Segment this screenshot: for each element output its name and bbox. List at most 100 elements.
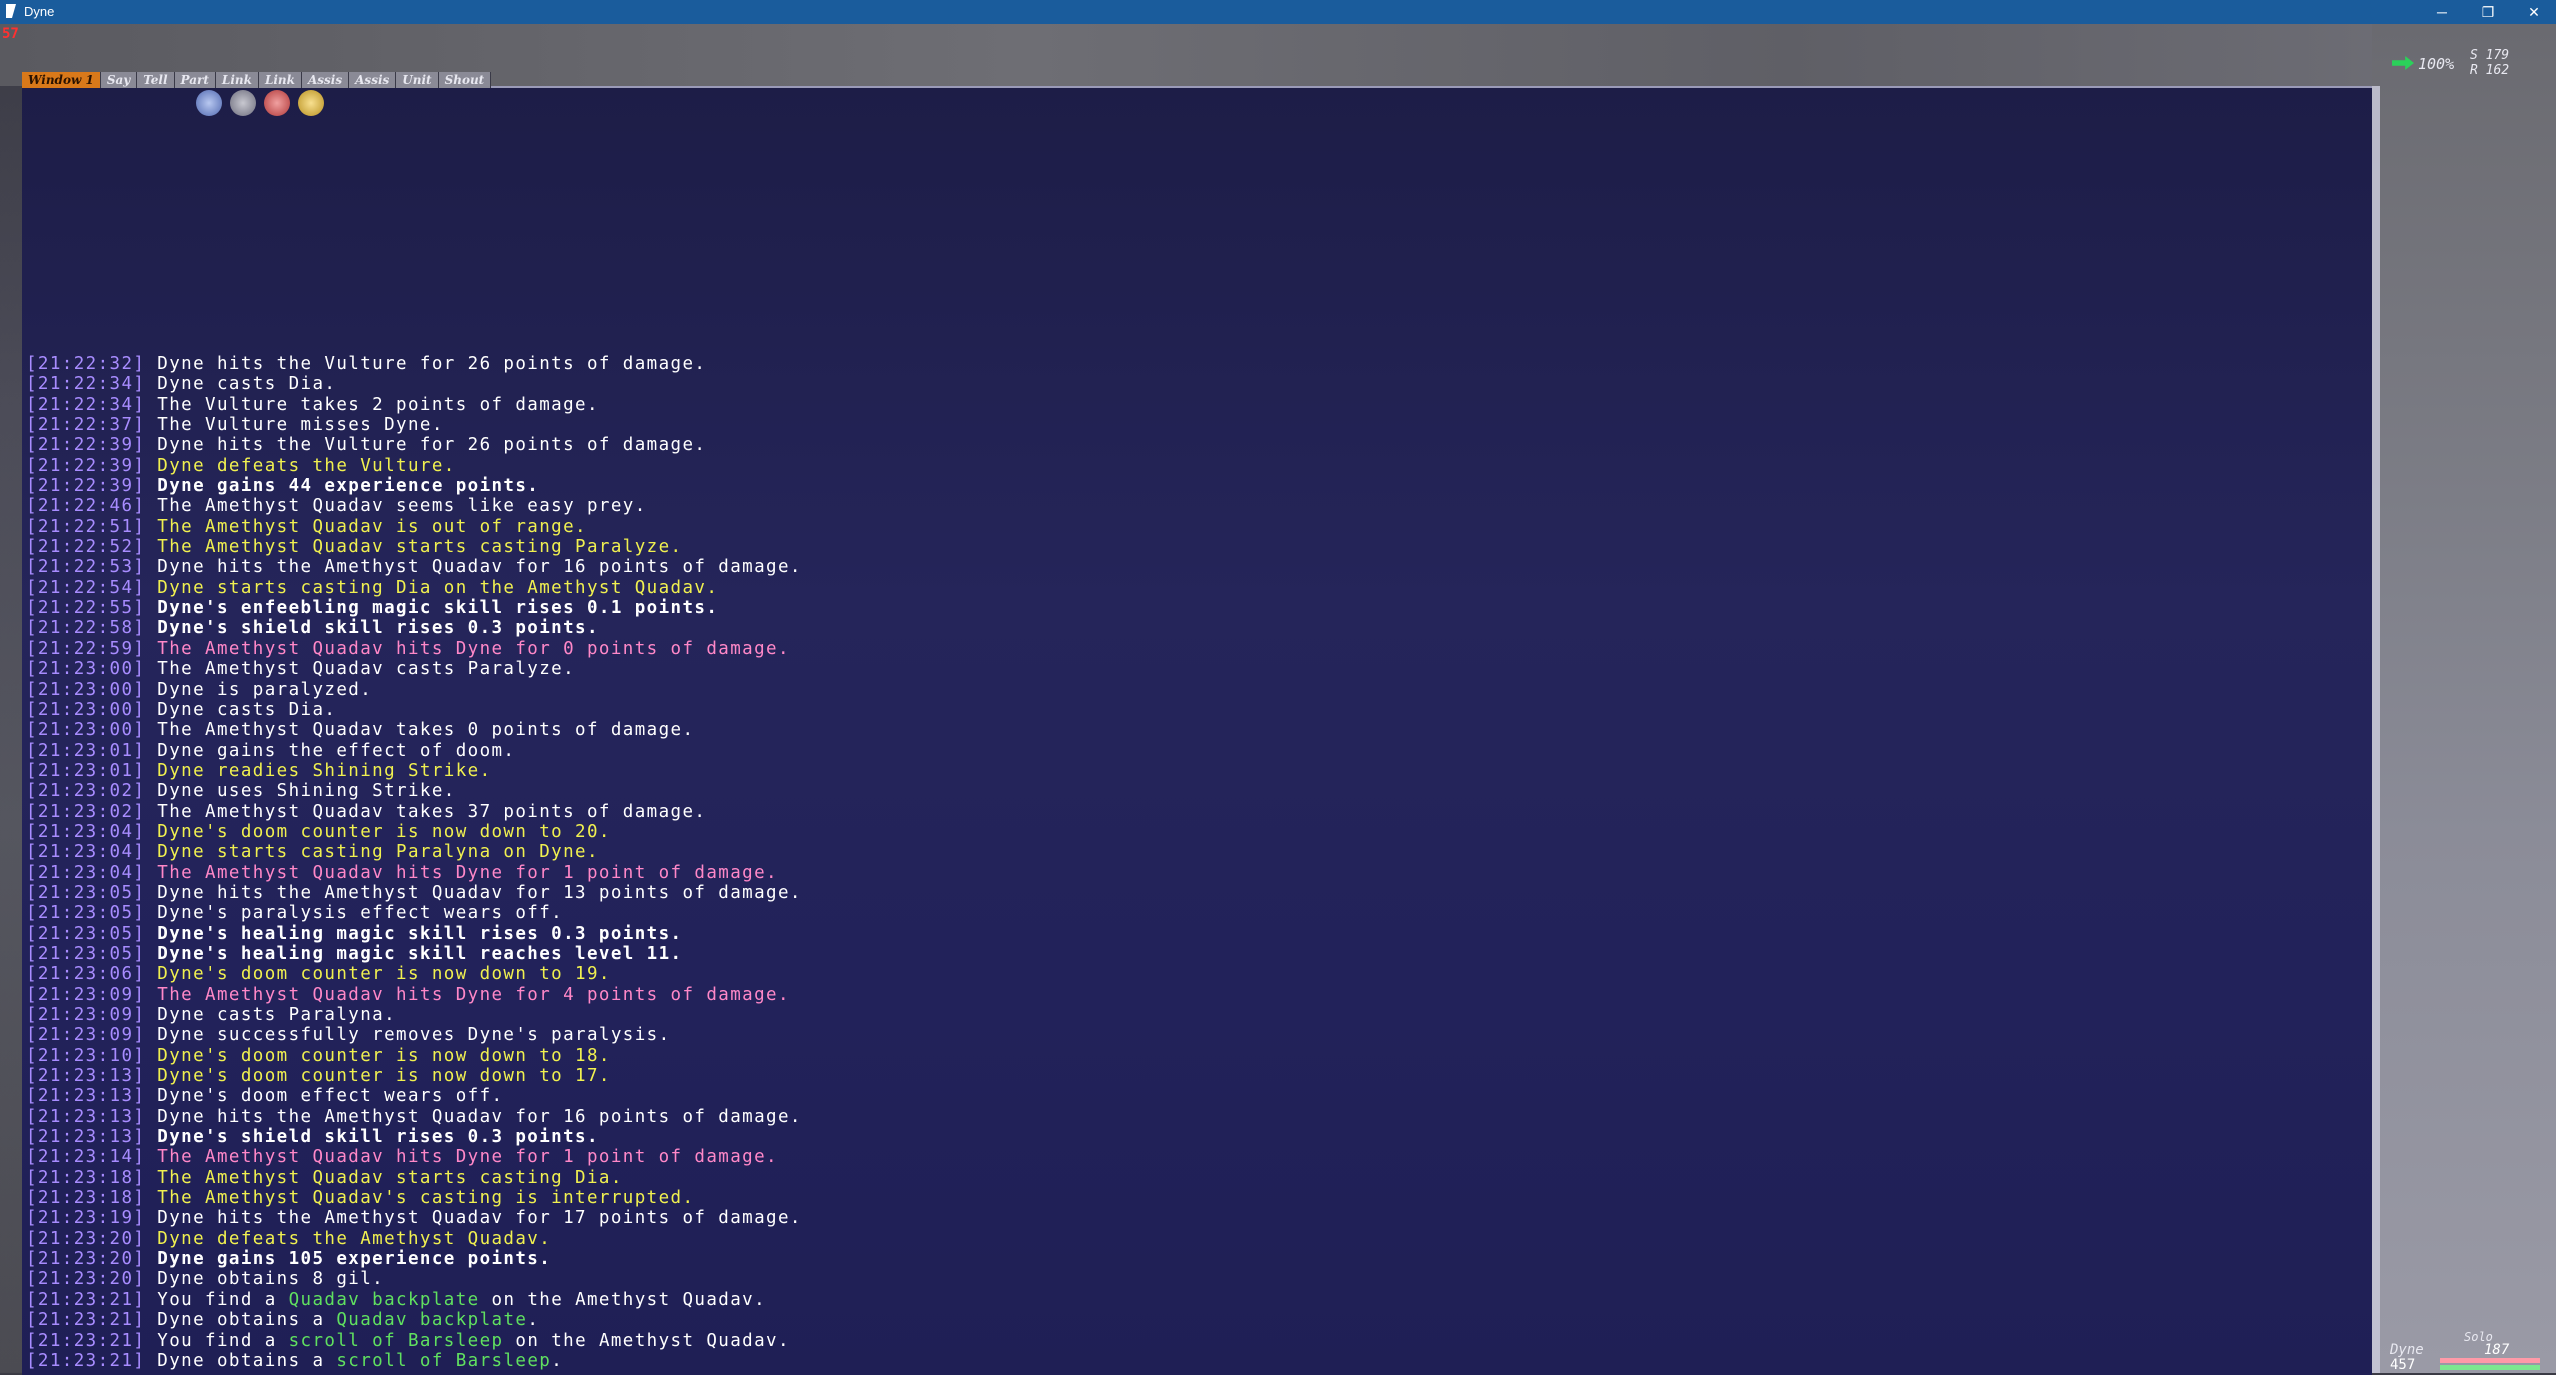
chat-timestamp: [21:23:21] [26, 1350, 158, 1371]
chat-line: [21:23:21] You find a Quadav backplate o… [26, 1290, 2366, 1310]
chat-message-text: The Amethyst Quadav hits Dyne for 4 poin… [157, 984, 790, 1005]
chat-timestamp: [21:22:39] [26, 435, 158, 456]
chat-tab[interactable]: Link [258, 72, 302, 88]
chat-timestamp: [21:23:20] [26, 1228, 158, 1249]
chat-timestamp: [21:23:14] [26, 1147, 158, 1168]
chat-message-text: Dyne's shield skill rises 0.3 points. [157, 618, 599, 639]
chat-message-text: Dyne is paralyzed. [157, 679, 373, 700]
chat-timestamp: [21:23:04] [26, 842, 158, 863]
coord-s: S 179 [2470, 48, 2510, 63]
scenery-right [2372, 24, 2556, 1373]
chat-timestamp: [21:23:13] [26, 1066, 158, 1087]
chat-timestamp: [21:22:37] [26, 415, 158, 436]
chat-line: [21:23:21] Dyne obtains a Quadav backpla… [26, 1310, 2366, 1330]
chat-timestamp: [21:23:09] [26, 1005, 158, 1025]
chat-timestamp: [21:23:01] [26, 760, 158, 781]
level-indicator: 57 [2, 26, 19, 42]
chat-line: [21:23:02] The Amethyst Quadav takes 37 … [26, 802, 2366, 822]
chat-timestamp: [21:22:34] [26, 374, 158, 395]
chat-message-text: Dyne's healing magic skill reaches level… [157, 943, 683, 964]
chat-filter-icons [196, 90, 324, 116]
chat-message-text: Dyne's shield skill rises 0.3 points. [157, 1127, 599, 1148]
chat-line: [21:23:20] Dyne defeats the Amethyst Qua… [26, 1229, 2366, 1249]
chat-line: [21:23:00] Dyne is paralyzed. [26, 680, 2366, 700]
chat-line: [21:23:05] Dyne's healing magic skill ri… [26, 924, 2366, 944]
chat-message-text: Dyne gains the effect of doom. [157, 740, 516, 761]
chat-line: [21:22:59] The Amethyst Quadav hits Dyne… [26, 639, 2366, 659]
chat-timestamp: [21:23:04] [26, 862, 158, 883]
chat-tab[interactable]: Link [215, 72, 259, 88]
chat-message-text: Dyne obtains 8 gil. [157, 1269, 385, 1290]
chat-tab[interactable]: Say [100, 72, 138, 88]
chat-line: [21:23:09] Dyne successfully removes Dyn… [26, 1025, 2366, 1045]
chat-timestamp: [21:23:18] [26, 1188, 158, 1209]
chat-tab[interactable]: Part [174, 72, 216, 88]
chat-message-text: Dyne's enfeebling magic skill rises 0.1 … [157, 598, 719, 619]
chat-message-text: Dyne hits the Amethyst Quadav for 13 poi… [157, 882, 802, 903]
hp-bar [2440, 1358, 2540, 1363]
chat-line: [21:22:39] Dyne hits the Vulture for 26 … [26, 435, 2366, 455]
chat-line: [21:23:02] Dyne uses Shining Strike. [26, 781, 2366, 801]
chat-timestamp: [21:22:59] [26, 638, 158, 659]
chat-line: [21:23:00] Dyne casts Dia. [26, 700, 2366, 720]
chat-tab[interactable]: Shout [438, 72, 492, 88]
chat-message-text: on the Amethyst Quadav. [479, 1289, 767, 1310]
party-member-name[interactable]: Dyne [2390, 1342, 2424, 1358]
minimize-button[interactable]: ─ [2420, 0, 2464, 24]
person-icon[interactable] [230, 90, 256, 116]
item-icon[interactable] [298, 90, 324, 116]
chat-scrollbar[interactable] [2372, 86, 2380, 1373]
chat-timestamp: [21:22:51] [26, 516, 158, 537]
chat-message-text: Dyne defeats the Vulture. [157, 455, 456, 476]
window-titlebar: Dyne ─ ❐ ✕ [0, 0, 2556, 24]
chat-line: [21:22:55] Dyne's enfeebling magic skill… [26, 598, 2366, 618]
chat-message-text: Dyne's paralysis effect wears off. [157, 903, 564, 924]
chat-message-text: Dyne gains 44 experience points. [157, 476, 540, 497]
party-member-mp: 457 [2390, 1357, 2416, 1373]
chat-line: [21:22:58] Dyne's shield skill rises 0.3… [26, 618, 2366, 638]
chat-tab[interactable]: Unit [396, 72, 439, 88]
combat-icon[interactable] [264, 90, 290, 116]
chat-timestamp: [21:23:21] [26, 1330, 158, 1351]
chat-timestamp: [21:22:32] [26, 354, 158, 374]
chat-line: [21:22:39] Dyne gains 44 experience poin… [26, 476, 2366, 496]
chat-log: [21:22:32] Dyne hits the Vulture for 26 … [26, 354, 2366, 1371]
chat-timestamp: [21:23:05] [26, 903, 158, 924]
chat-message-text: The Vulture misses Dyne. [157, 415, 444, 436]
chat-line: [21:22:37] The Vulture misses Dyne. [26, 415, 2366, 435]
chat-timestamp: [21:23:09] [26, 984, 158, 1005]
chat-line: [21:23:00] The Amethyst Quadav takes 0 p… [26, 720, 2366, 740]
app-icon [6, 4, 16, 18]
chat-timestamp: [21:23:18] [26, 1167, 158, 1188]
chat-message-text: Dyne hits the Amethyst Quadav for 16 poi… [157, 1106, 802, 1127]
chat-tab[interactable]: Assis [301, 72, 350, 88]
chat-line: [21:23:20] Dyne gains 105 experience poi… [26, 1249, 2366, 1269]
chat-message-text: The Amethyst Quadav hits Dyne for 0 poin… [157, 638, 790, 659]
chat-line: [21:23:20] Dyne obtains 8 gil. [26, 1269, 2366, 1289]
globe-icon[interactable] [196, 90, 222, 116]
chat-message-text: Dyne's doom counter is now down to 19. [157, 964, 611, 985]
restore-button[interactable]: ❐ [2466, 0, 2510, 24]
chat-timestamp: [21:22:58] [26, 618, 158, 639]
chat-timestamp: [21:23:13] [26, 1127, 158, 1148]
chat-message-text: The Amethyst Quadav takes 0 points of da… [157, 720, 695, 741]
chat-message-text: Dyne starts casting Dia on the Amethyst … [157, 577, 719, 598]
chat-line: [21:23:13] Dyne's shield skill rises 0.3… [26, 1127, 2366, 1147]
party-box: Solo Dyne 187 457 [2388, 1330, 2548, 1373]
chat-tab[interactable]: Assis [349, 72, 397, 88]
chat-timestamp: [21:23:13] [26, 1086, 158, 1107]
chat-tab[interactable]: Tell [137, 72, 175, 88]
chat-timestamp: [21:23:02] [26, 801, 158, 822]
chat-message-text: You find a [157, 1330, 289, 1351]
chat-tab[interactable]: Window 1 [22, 72, 101, 88]
chat-timestamp: [21:22:52] [26, 537, 158, 558]
chat-line: [21:23:06] Dyne's doom counter is now do… [26, 964, 2366, 984]
coordinates: S 179 R 162 [2470, 48, 2509, 78]
chat-line: [21:23:18] The Amethyst Quadav's casting… [26, 1188, 2366, 1208]
coord-r: R 162 [2470, 63, 2510, 78]
chat-timestamp: [21:23:00] [26, 699, 158, 720]
chat-message-text: Quadav backplate [336, 1310, 528, 1331]
close-button[interactable]: ✕ [2512, 0, 2556, 24]
chat-message-text: Dyne hits the Amethyst Quadav for 17 poi… [157, 1208, 802, 1229]
chat-message-text: The Amethyst Quadav starts casting Paral… [157, 537, 683, 558]
